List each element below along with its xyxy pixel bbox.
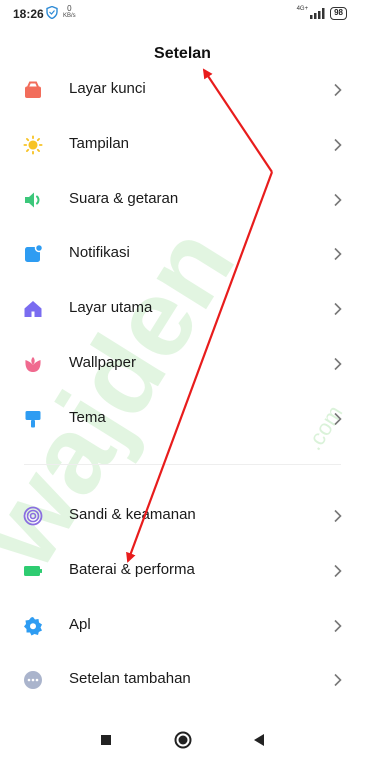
recents-button[interactable]: [94, 728, 118, 752]
chevron-right-icon: [334, 247, 342, 261]
fingerprint-icon: [23, 506, 43, 526]
status-time: 18:26: [13, 7, 44, 21]
status-bar: 18:26 0 KB/s 4G+ 98: [0, 0, 365, 28]
chevron-right-icon: [334, 412, 342, 426]
settings-item-label: Wallpaper: [69, 354, 136, 371]
network-type: 4G+: [296, 6, 309, 12]
battery-icon: [23, 561, 43, 581]
home-icon: [23, 299, 43, 319]
settings-item-additional[interactable]: Setelan tambahan: [0, 652, 365, 706]
more-icon: [23, 670, 43, 690]
status-indicators: 4G+ 98: [297, 6, 347, 20]
chevron-right-icon: [334, 673, 342, 687]
settings-item-display[interactable]: Tampilan: [0, 117, 365, 171]
settings-item-label: Notifikasi: [69, 244, 130, 261]
settings-item-battery[interactable]: Baterai & performa: [0, 543, 365, 597]
lock-screen-icon: [23, 80, 43, 100]
signal-icon: [310, 7, 325, 19]
square-icon: [101, 735, 111, 745]
tulip-icon: [23, 354, 43, 374]
section-divider: [24, 464, 341, 465]
notification-icon: [23, 244, 43, 264]
navigation-bar: [0, 716, 365, 764]
page-title: Setelan: [154, 45, 211, 62]
shield-icon: [46, 6, 58, 19]
speaker-icon: [23, 190, 43, 210]
settings-item-wallpaper[interactable]: Wallpaper: [0, 336, 365, 390]
network-speed-unit: KB/s: [63, 13, 76, 19]
settings-item-label: Layar utama: [69, 299, 153, 316]
chevron-right-icon: [334, 619, 342, 633]
settings-item-label: Baterai & performa: [69, 561, 195, 578]
settings-item-label: Suara & getaran: [69, 190, 179, 207]
settings-item-security[interactable]: Sandi & keamanan: [0, 488, 365, 542]
settings-item-apps[interactable]: Apl: [0, 598, 365, 652]
settings-item-label: Setelan tambahan: [69, 670, 191, 687]
settings-item-label: Tampilan: [69, 135, 130, 152]
settings-item-sound[interactable]: Suara & getaran: [0, 172, 365, 226]
chevron-right-icon: [334, 83, 342, 97]
paint-brush-icon: [23, 409, 43, 429]
circle-icon: [174, 731, 192, 749]
chevron-right-icon: [334, 138, 342, 152]
settings-item-label: Layar kunci: [69, 80, 146, 97]
network-speed-value: 0: [67, 4, 72, 13]
triangle-back-icon: [254, 734, 264, 746]
gear-icon: [23, 616, 43, 636]
settings-item-lock-screen[interactable]: Layar kunci: [0, 62, 365, 116]
chevron-right-icon: [334, 193, 342, 207]
settings-item-label: Tema: [69, 409, 106, 426]
chevron-right-icon: [334, 302, 342, 316]
battery-level: 98: [330, 6, 347, 20]
settings-item-label: Sandi & keamanan: [69, 506, 196, 523]
settings-item-notifications[interactable]: Notifikasi: [0, 226, 365, 280]
network-speed: 0 KB/s: [63, 4, 76, 20]
sun-icon: [23, 135, 43, 155]
settings-item-home-screen[interactable]: Layar utama: [0, 281, 365, 335]
back-button[interactable]: [247, 728, 271, 752]
settings-item-label: Apl: [69, 616, 91, 633]
home-button[interactable]: [171, 728, 195, 752]
settings-item-theme[interactable]: Tema: [0, 391, 365, 445]
chevron-right-icon: [334, 564, 342, 578]
chevron-right-icon: [334, 509, 342, 523]
chevron-right-icon: [334, 357, 342, 371]
